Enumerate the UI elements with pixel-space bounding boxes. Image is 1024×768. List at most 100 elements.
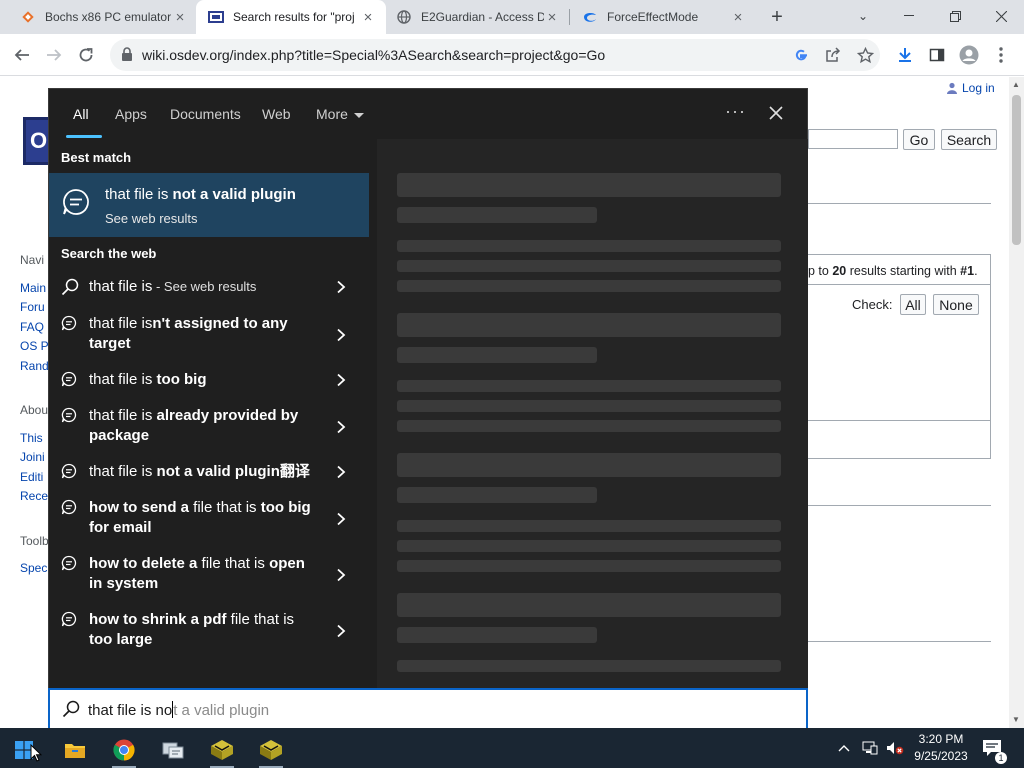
restore-button[interactable] [932, 0, 978, 32]
more-options-icon[interactable]: ··· [725, 101, 746, 122]
google-icon[interactable] [792, 46, 810, 64]
web-suggestion-item[interactable]: that file is not a valid plugin翻译 [49, 462, 369, 488]
tab-bochs[interactable]: Bochs x86 PC emulator × [8, 0, 198, 34]
chrome-menu-icon[interactable] [988, 42, 1014, 68]
search-icon [61, 278, 79, 296]
tab-title: E2Guardian - Access D [421, 10, 544, 24]
mouse-cursor-icon [30, 743, 43, 765]
minimize-button[interactable] [886, 0, 932, 32]
reload-button[interactable] [73, 42, 99, 68]
skeleton-bar [397, 400, 781, 412]
search-button[interactable]: Search [941, 129, 997, 150]
wiki-search-input[interactable] [808, 129, 898, 149]
sidebar-link[interactable]: Editi [20, 470, 43, 484]
chevron-right-icon[interactable] [336, 373, 348, 387]
forward-button[interactable] [41, 42, 67, 68]
tab-e2guardian[interactable]: E2Guardian - Access D × [384, 0, 570, 34]
tab-search-chevron-icon[interactable]: ⌄ [840, 0, 886, 32]
chevron-right-icon[interactable] [336, 512, 348, 526]
sidebar-link[interactable]: Rece [20, 489, 48, 503]
tab-web[interactable]: Web [262, 106, 291, 122]
chevron-right-icon[interactable] [336, 568, 348, 582]
web-suggestion-item[interactable]: that file is too big [49, 370, 369, 396]
share-icon[interactable] [824, 46, 842, 64]
profile-avatar-icon[interactable] [956, 42, 982, 68]
login-link[interactable]: Log in [946, 81, 995, 95]
divider [808, 284, 991, 285]
new-tab-button[interactable]: + [765, 5, 789, 29]
web-suggestion-item[interactable]: that file is - See web results [49, 277, 369, 303]
chevron-right-icon[interactable] [336, 280, 348, 294]
sidebar-heading-about: Abou [20, 403, 49, 417]
volume-muted-icon[interactable] [886, 728, 906, 768]
address-bar[interactable]: wiki.osdev.org/index.php?title=Special%3… [110, 39, 880, 71]
best-match-item[interactable]: that file is not a valid plugin See web … [49, 173, 369, 237]
results-list: Best match that file is not a valid plug… [49, 139, 369, 689]
close-tab-icon[interactable]: × [544, 9, 560, 26]
page-scrollbar[interactable]: ▲ ▼ [1009, 77, 1024, 728]
tab-more[interactable]: More [316, 106, 364, 122]
check-all-button[interactable]: All [900, 294, 926, 315]
skeleton-bar [397, 347, 597, 363]
close-tab-icon[interactable]: × [172, 9, 188, 26]
scrollbar-thumb[interactable] [1012, 95, 1021, 245]
sidebar-link[interactable]: OS P [20, 339, 49, 353]
back-button[interactable] [9, 42, 35, 68]
chevron-right-icon[interactable] [336, 465, 348, 479]
osdev-logo[interactable]: O [23, 117, 49, 165]
clock-date: 9/25/2023 [914, 749, 968, 763]
bochs-icon-2[interactable] [251, 732, 291, 768]
lock-icon[interactable] [121, 47, 135, 63]
tab-documents[interactable]: Documents [170, 106, 241, 122]
file-explorer-icon[interactable] [55, 732, 95, 768]
downloads-icon[interactable] [892, 42, 918, 68]
web-suggestion-item[interactable]: how to delete a file that is open in sys… [49, 554, 369, 598]
sidebar-link[interactable]: Main [20, 281, 46, 295]
notification-count-badge: 1 [995, 752, 1007, 764]
check-none-button[interactable]: None [933, 294, 979, 315]
sidebar-link[interactable]: FAQ [20, 320, 44, 334]
clock-time: 3:20 PM [918, 732, 964, 746]
sidebar-link[interactable]: Spec [20, 561, 47, 575]
sidebar-link[interactable]: Joini [20, 450, 45, 464]
bochs-icon[interactable] [202, 732, 242, 768]
close-tab-icon[interactable]: × [730, 9, 746, 26]
scroll-down-arrow-icon[interactable]: ▼ [1012, 715, 1020, 724]
tab-apps[interactable]: Apps [115, 106, 147, 122]
web-suggestion-item[interactable]: how to send a file that is too big for e… [49, 498, 369, 542]
side-panel-icon[interactable] [924, 42, 950, 68]
tab-search-results[interactable]: Search results for "proj × [196, 0, 386, 34]
sidebar-link[interactable]: This [20, 431, 43, 445]
tab-all[interactable]: All [73, 106, 89, 122]
skeleton-bar [397, 260, 781, 272]
web-suggestion-icon [61, 407, 79, 425]
go-button[interactable]: Go [903, 129, 935, 150]
divider [808, 203, 991, 204]
tab-forceeffectmode[interactable]: ForceEffectMode × [570, 0, 756, 34]
bookmark-star-icon[interactable] [856, 46, 874, 64]
skeleton-bar [397, 540, 781, 552]
scroll-up-arrow-icon[interactable]: ▲ [1012, 80, 1020, 89]
close-tab-icon[interactable]: × [360, 9, 376, 26]
close-icon[interactable] [765, 102, 787, 124]
network-app-icon[interactable] [153, 732, 193, 768]
chevron-right-icon[interactable] [336, 624, 348, 638]
web-suggestion-item[interactable]: that file is already provided by package [49, 406, 369, 450]
active-tab-indicator [66, 135, 102, 138]
osdev-favicon-icon [208, 9, 224, 25]
notification-center-icon[interactable]: 1 [982, 728, 1007, 768]
web-suggestion-item[interactable]: how to shrink a pdf file that is too lar… [49, 610, 369, 654]
chevron-right-icon[interactable] [336, 420, 348, 434]
sidebar-link[interactable]: Foru [20, 300, 45, 314]
web-suggestion-item[interactable]: that file isn't assigned to any target [49, 314, 369, 358]
sidebar-link[interactable]: Rand [20, 359, 49, 373]
system-clock[interactable]: 3:20 PM 9/25/2023 [910, 731, 972, 765]
chrome-icon[interactable] [104, 732, 144, 768]
chevron-right-icon[interactable] [336, 328, 348, 342]
show-hidden-icons-chevron-icon[interactable] [838, 728, 856, 768]
network-status-icon[interactable] [862, 728, 880, 768]
skeleton-bar [397, 593, 781, 617]
suggestion-text: how to send a file that is too big for e… [89, 499, 311, 536]
close-window-button[interactable] [978, 0, 1024, 32]
search-input[interactable]: that file is not a valid plugin [48, 688, 808, 728]
